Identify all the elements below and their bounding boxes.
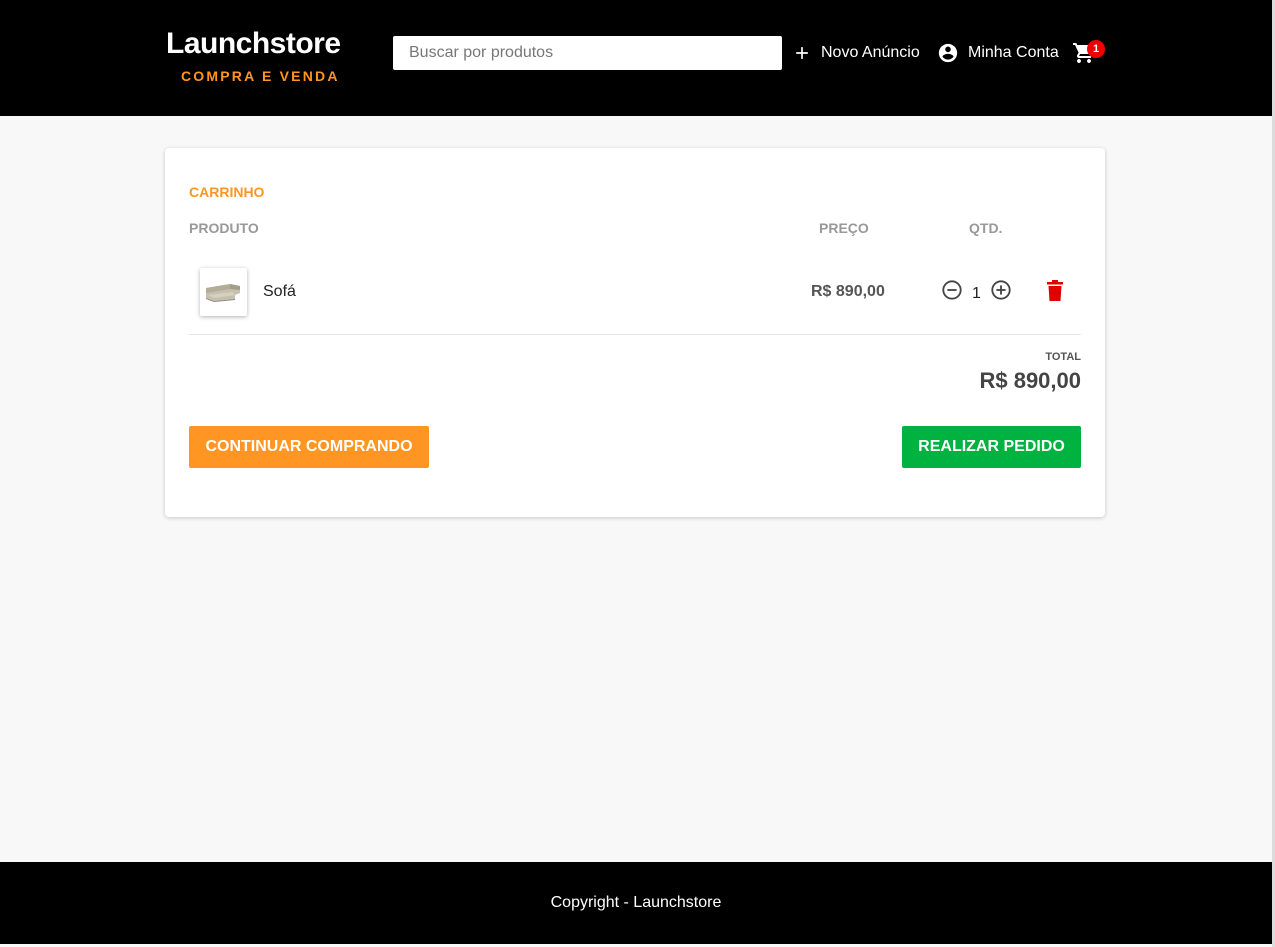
total-value: R$ 890,00 [979,368,1081,393]
product-thumbnail[interactable] [200,268,247,316]
cart-card: CARRINHO PRODUTO PREÇO QTD. Sofá R$ 890,… [165,148,1105,517]
continue-shopping-button[interactable]: CONTINUAR COMPRANDO [189,426,429,468]
column-header-product: PRODUTO [189,220,259,236]
column-header-qty: QTD. [969,220,1003,236]
top-header: Launchstore COMPRA E VENDA Novo Anúncio … [0,0,1272,116]
product-price: R$ 890,00 [811,283,885,300]
product-name[interactable]: Sofá [263,283,296,301]
sofa-image [206,284,240,302]
search-input[interactable] [393,36,782,70]
plus-icon [796,47,808,59]
plus-circle-icon[interactable] [990,279,1012,301]
minus-circle-icon[interactable] [941,279,963,301]
column-header-price: PREÇO [819,220,869,236]
cart-count-badge: 1 [1087,40,1105,58]
cart-link[interactable]: 1 [1072,40,1106,67]
copyright-text: Copyright - Launchstore [550,894,722,911]
new-ad-label: Novo Anúncio [821,44,920,61]
place-order-button[interactable]: REALIZAR PEDIDO [902,426,1081,468]
footer: Copyright - Launchstore [0,862,1272,944]
total-label: TOTAL [1045,351,1081,363]
account-link[interactable]: Minha Conta [937,40,1059,66]
quantity-value: 1 [972,285,981,302]
account-label: Minha Conta [968,44,1059,61]
logo-title: Launchstore [166,27,341,60]
trash-icon[interactable] [1046,280,1064,302]
new-ad-link[interactable]: Novo Anúncio [792,40,920,66]
cart-item-row: Sofá R$ 890,00 1 [189,258,1081,335]
cart-title: CARRINHO [189,184,265,200]
account-circle-icon [938,43,958,63]
logo-subtitle: COMPRA E VENDA [181,68,340,84]
